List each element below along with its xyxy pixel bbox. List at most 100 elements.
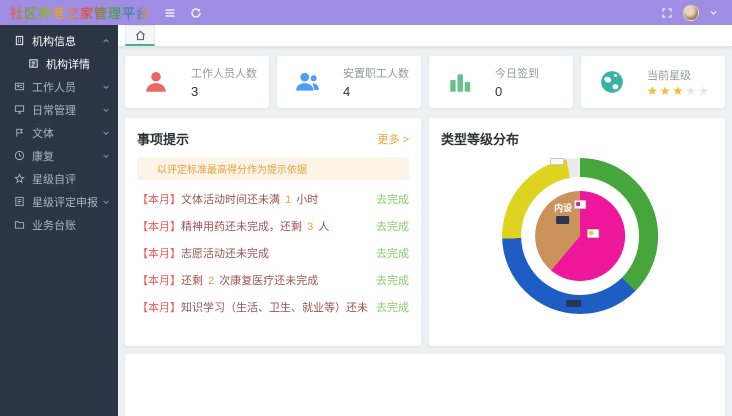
chevron-down-icon	[102, 106, 110, 114]
type-level-sunburst-chart: 内设	[502, 158, 658, 314]
reminder-row: 【本月】文体活动时间还未满 1 小时 去完成	[137, 191, 409, 207]
reminder-text: 精神用药还未完成，还剩 3 人	[181, 221, 329, 233]
sidebar-item-label: 星级自评	[32, 171, 110, 187]
sidebar-item-label: 星级评定申报	[32, 194, 102, 210]
sidebar-item-org-info[interactable]: 机构信息	[0, 29, 118, 52]
chart-annotation-chip	[550, 158, 564, 165]
stat-card-value: 4	[343, 84, 409, 99]
reminders-notice: 以评定标准最高得分作为提示依据	[137, 157, 409, 180]
sidebar: 机构信息 机构详情 工作人员 日常管理 文体 康复 星级自评 星级评定申报 业务…	[0, 25, 118, 416]
bottom-panel	[125, 354, 725, 416]
chart-segment-label: 内设	[554, 201, 572, 214]
more-link[interactable]: 更多 >	[378, 131, 409, 147]
sidebar-item-org-detail[interactable]: 机构详情	[0, 52, 118, 75]
building-icon	[14, 35, 25, 46]
sidebar-item-label: 业务台账	[32, 217, 110, 233]
chart-annotation-chip	[556, 216, 569, 224]
app-title: 社区养老之家管理平台	[10, 3, 150, 22]
star-icon: ★	[685, 84, 698, 98]
reminder-prefix: 【本月】	[137, 248, 181, 260]
stat-card-staff-count: 工作人员人数 3	[125, 56, 269, 108]
star-icon: ★	[698, 84, 711, 98]
app-header: 社区养老之家管理平台	[0, 0, 732, 25]
stat-card-label: 安置职工人数	[343, 65, 409, 81]
refresh-icon[interactable]	[190, 7, 202, 19]
stat-card-today-checkin: 今日签到 0	[429, 56, 573, 108]
sidebar-item-culture-sport[interactable]: 文体	[0, 121, 118, 144]
detail-icon	[28, 58, 39, 69]
people-icon	[295, 69, 321, 95]
staff-icon	[14, 81, 25, 92]
recovery-icon	[14, 150, 25, 161]
sidebar-item-staff[interactable]: 工作人员	[0, 75, 118, 98]
stat-card-value: 3	[191, 84, 257, 99]
dashboard-content: 工作人员人数 3 安置职工人数 4 今日签到 0	[118, 47, 732, 416]
reminder-row: 【本月】还剩 2 次康复医疗还未完成 去完成	[137, 272, 409, 288]
sidebar-item-daily-mgmt[interactable]: 日常管理	[0, 98, 118, 121]
sidebar-item-label: 机构详情	[46, 56, 110, 72]
go-complete-link[interactable]: 去完成	[376, 245, 409, 261]
hamburger-icon[interactable]	[164, 7, 176, 19]
monitor-icon	[14, 104, 25, 115]
reminder-text: 知识学习（生活、卫生、就业等）还未完成	[181, 302, 368, 314]
distribution-title: 类型等级分布	[441, 129, 519, 148]
go-complete-link[interactable]: 去完成	[376, 299, 409, 315]
chart-annotation-chip	[574, 200, 586, 209]
panels-row: 事项提示 更多 > 以评定标准最高得分作为提示依据 【本月】文体活动时间还未满 …	[125, 118, 725, 346]
reminder-prefix: 【本月】	[137, 194, 181, 206]
chevron-down-icon	[102, 83, 110, 91]
reminder-row: 【本月】知识学习（生活、卫生、就业等）还未完成 去完成	[137, 299, 409, 315]
chart-annotation-chip	[587, 229, 599, 238]
main-area: 工作人员人数 3 安置职工人数 4 今日签到 0	[118, 25, 732, 416]
sidebar-item-label: 机构信息	[32, 33, 102, 49]
reminder-text: 还剩 2 次康复医疗还未完成	[181, 275, 318, 287]
sidebar-item-star-self-eval[interactable]: 星级自评	[0, 167, 118, 190]
sidebar-item-label: 康复	[32, 148, 102, 164]
reminders-panel: 事项提示 更多 > 以评定标准最高得分作为提示依据 【本月】文体活动时间还未满 …	[125, 118, 421, 346]
star-icon	[14, 173, 25, 184]
stat-card-value: 0	[495, 84, 539, 99]
chevron-down-icon[interactable]	[709, 8, 718, 17]
reminder-prefix: 【本月】	[137, 275, 181, 287]
go-complete-link[interactable]: 去完成	[376, 272, 409, 288]
chart-annotation-chip	[566, 300, 581, 307]
bar-chart-icon	[447, 69, 473, 95]
person-icon	[143, 69, 169, 95]
star-icon: ★	[673, 84, 686, 98]
reminders-title: 事项提示	[137, 129, 189, 148]
sidebar-item-label: 工作人员	[32, 79, 102, 95]
go-complete-link[interactable]: 去完成	[376, 218, 409, 234]
stat-card-current-star: 当前星级 ★★★★★	[581, 56, 725, 108]
sidebar-item-business-ledger[interactable]: 业务台账	[0, 213, 118, 236]
user-avatar[interactable]	[683, 5, 699, 21]
globe-icon	[599, 69, 625, 95]
chevron-down-icon	[102, 129, 110, 137]
ledger-icon	[14, 219, 25, 230]
stat-cards-row: 工作人员人数 3 安置职工人数 4 今日签到 0	[125, 56, 725, 108]
star-icon: ★	[660, 84, 673, 98]
reminder-prefix: 【本月】	[137, 302, 181, 314]
flag-icon	[14, 127, 25, 138]
sidebar-item-label: 日常管理	[32, 102, 102, 118]
chevron-down-icon	[102, 152, 110, 160]
tab-bar	[118, 25, 732, 47]
stat-card-label: 今日签到	[495, 65, 539, 81]
go-complete-link[interactable]: 去完成	[376, 191, 409, 207]
reminder-text: 文体活动时间还未满 1 小时	[181, 194, 318, 206]
reminder-row: 【本月】精神用药还未完成，还剩 3 人 去完成	[137, 218, 409, 234]
reminder-prefix: 【本月】	[137, 221, 181, 233]
star-icon: ★	[647, 84, 660, 98]
distribution-panel: 类型等级分布 内设	[429, 118, 725, 346]
star-rating: ★★★★★	[647, 85, 711, 97]
chevron-up-icon	[102, 37, 110, 45]
stat-card-placed-workers: 安置职工人数 4	[277, 56, 421, 108]
reminder-row: 【本月】志愿活动还未完成 去完成	[137, 245, 409, 261]
stat-card-label: 当前星级	[647, 67, 711, 83]
sidebar-item-recovery[interactable]: 康复	[0, 144, 118, 167]
sidebar-item-star-rating-apply[interactable]: 星级评定申报	[0, 190, 118, 213]
fullscreen-icon[interactable]	[661, 7, 673, 19]
home-icon	[135, 30, 146, 41]
sidebar-item-label: 文体	[32, 125, 102, 141]
report-icon	[14, 196, 25, 207]
tab-home[interactable]	[125, 25, 155, 46]
